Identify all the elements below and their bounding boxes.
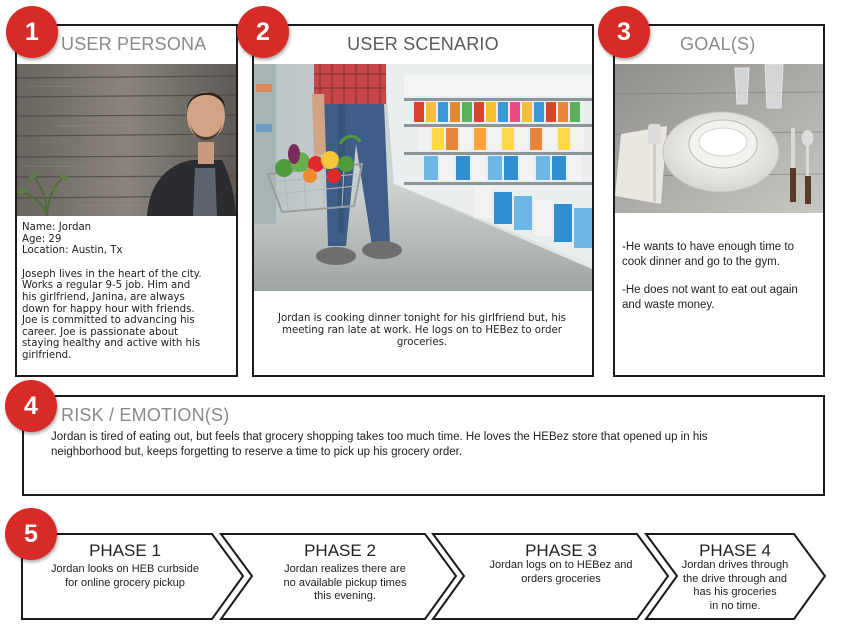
- persona-title: USER PERSONA: [61, 34, 207, 54]
- step-badge-3: 3: [598, 6, 650, 58]
- persona-age: Age: 29: [22, 233, 62, 245]
- step-badge-4: 4: [5, 380, 57, 432]
- persona-location: Location: Austin, Tx: [22, 245, 123, 257]
- phase-1-text: Jordan looks on HEB curbside for online …: [51, 563, 199, 589]
- scenario-photo: [254, 64, 592, 291]
- step-badge-1: 1: [6, 6, 58, 58]
- phase-2-title: PHASE 2: [304, 541, 376, 560]
- goal-item: -He does not want to eat out again and w…: [622, 284, 798, 311]
- scenario-description: Jordan is cooking dinner tonight for his…: [278, 313, 566, 348]
- goal-item: -He wants to have enough time to cook di…: [622, 241, 794, 268]
- phase-3-title: PHASE 3: [525, 541, 597, 560]
- persona-photo: [17, 64, 236, 216]
- phase-4-text: Jordan drives through the drive through …: [681, 559, 789, 612]
- persona-details: Name: Jordan Age: 29 Location: Austin, T…: [22, 222, 234, 362]
- phase-2-text: Jordan realizes there are no available p…: [283, 563, 407, 602]
- step-badge-2: 2: [237, 6, 289, 58]
- risk-description: Jordan is tired of eating out, but feels…: [51, 431, 708, 458]
- goals-list: -He wants to have enough time to cook di…: [622, 240, 818, 312]
- risk-title: RISK / EMOTION(S): [61, 405, 230, 425]
- phase-3-text: Jordan logs on to HEBez and orders groce…: [489, 559, 633, 585]
- goals-title: GOAL(S): [680, 34, 756, 54]
- persona-bio: Joseph lives in the heart of the city. W…: [22, 268, 202, 361]
- persona-name: Name: Jordan: [22, 222, 92, 233]
- scenario-title: USER SCENARIO: [347, 34, 499, 54]
- goals-photo: [615, 64, 823, 213]
- step-badge-5: 5: [5, 508, 57, 560]
- phase-1-title: PHASE 1: [89, 541, 161, 560]
- phase-4-title: PHASE 4: [699, 541, 771, 560]
